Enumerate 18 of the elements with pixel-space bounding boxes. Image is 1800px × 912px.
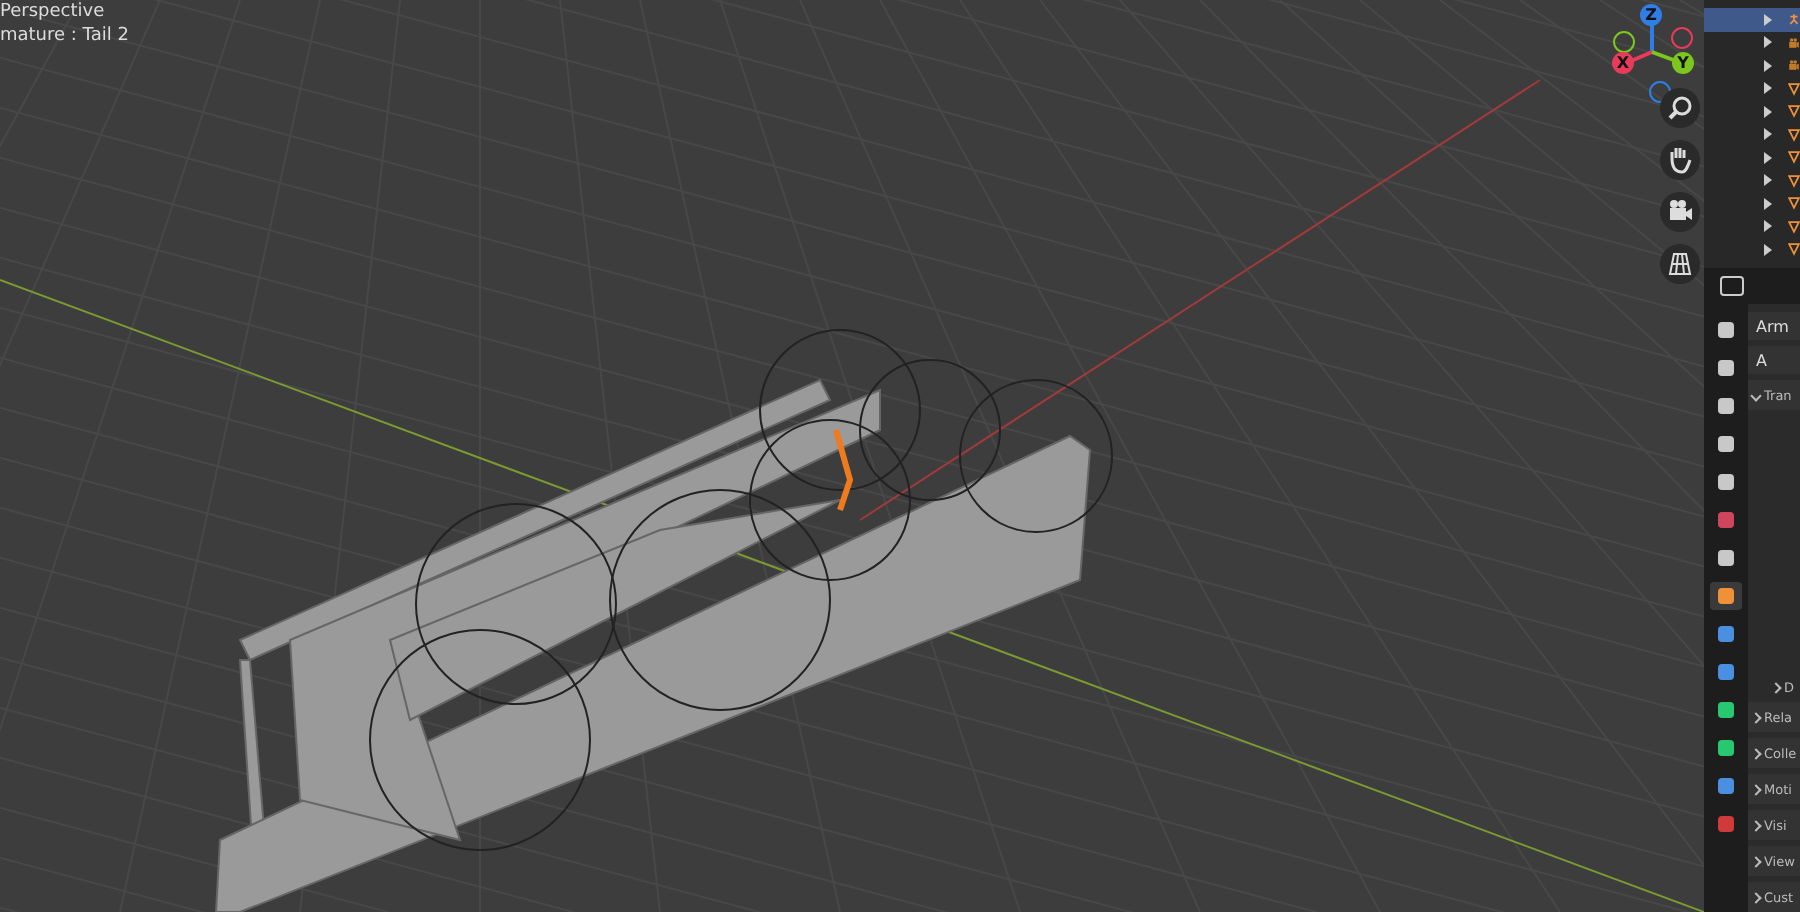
hand-icon[interactable] [1660, 140, 1700, 180]
axis-label[interactable]: Z [1640, 4, 1662, 26]
active-object-label: mature : Tail 2 [0, 26, 129, 46]
axis-label[interactable]: Y [1672, 52, 1694, 74]
axis-label[interactable]: X [1612, 52, 1634, 74]
object-name-field[interactable]: Arm [1748, 312, 1800, 340]
3d-viewport[interactable]: Perspective mature : Tail 2 Z X Y [0, 0, 1704, 912]
camera-icon [1788, 56, 1800, 75]
camera-icon[interactable] [1660, 192, 1700, 232]
properties-tab[interactable] [1710, 582, 1742, 610]
grid-icon[interactable] [1660, 244, 1700, 284]
stick-figure-icon [1788, 10, 1800, 29]
zoom-icon[interactable] [1660, 88, 1700, 128]
bone-chain-drawing [833, 429, 854, 511]
data-dropdown[interactable]: A [1748, 346, 1800, 374]
editor-type-icon[interactable] [1720, 276, 1744, 296]
view-mode-label: Perspective [0, 2, 107, 22]
camera-icon [1788, 33, 1800, 52]
